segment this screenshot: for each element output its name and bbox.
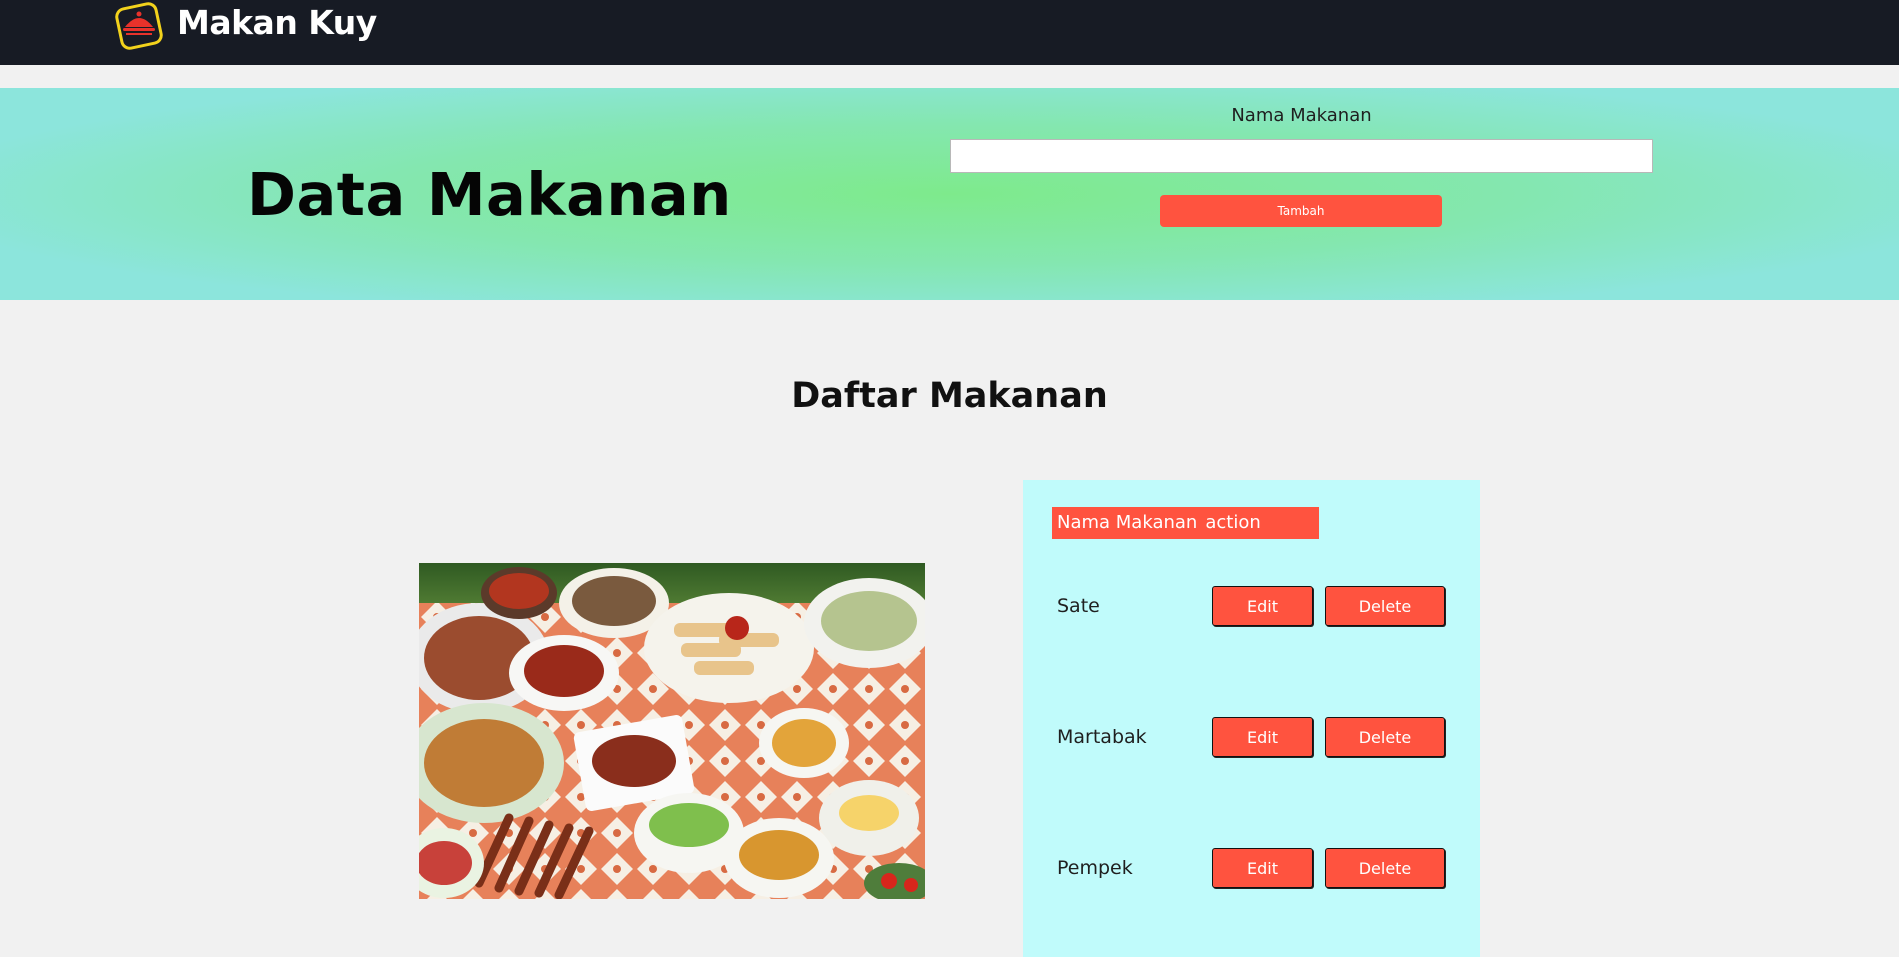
delete-button[interactable]: Delete	[1325, 717, 1445, 757]
add-button[interactable]: Tambah	[1160, 195, 1442, 227]
edit-button[interactable]: Edit	[1212, 586, 1313, 626]
edit-button[interactable]: Edit	[1212, 848, 1313, 888]
page-title: Data Makanan	[247, 160, 732, 229]
food-table-panel: Nama Makanan action Sate Edit Delete Mart…	[1023, 480, 1480, 957]
food-name-cell: Pempek	[1057, 857, 1133, 879]
section-title: Daftar Makanan	[791, 376, 1108, 416]
column-header-action: action	[1205, 512, 1261, 533]
table-row: Pempek Edit Delete	[1023, 848, 1480, 888]
delete-button[interactable]: Delete	[1325, 586, 1445, 626]
food-photo	[419, 563, 925, 899]
table-header: Nama Makanan action	[1052, 507, 1319, 539]
food-cloche-logo-icon[interactable]	[113, 1, 165, 51]
food-name-cell: Sate	[1057, 595, 1100, 617]
food-name-label: Nama Makanan	[1231, 105, 1372, 126]
column-header-name: Nama Makanan	[1057, 512, 1198, 533]
table-row: Sate Edit Delete	[1023, 586, 1480, 626]
navbar: Makan Kuy	[0, 0, 1899, 65]
food-name-input[interactable]	[950, 139, 1653, 173]
table-row: Martabak Edit Delete	[1023, 717, 1480, 757]
hero-banner: Data Makanan Nama Makanan Tambah	[0, 88, 1899, 300]
delete-button[interactable]: Delete	[1325, 848, 1445, 888]
brand-name[interactable]: Makan Kuy	[177, 3, 377, 42]
edit-button[interactable]: Edit	[1212, 717, 1313, 757]
food-name-cell: Martabak	[1057, 726, 1147, 748]
